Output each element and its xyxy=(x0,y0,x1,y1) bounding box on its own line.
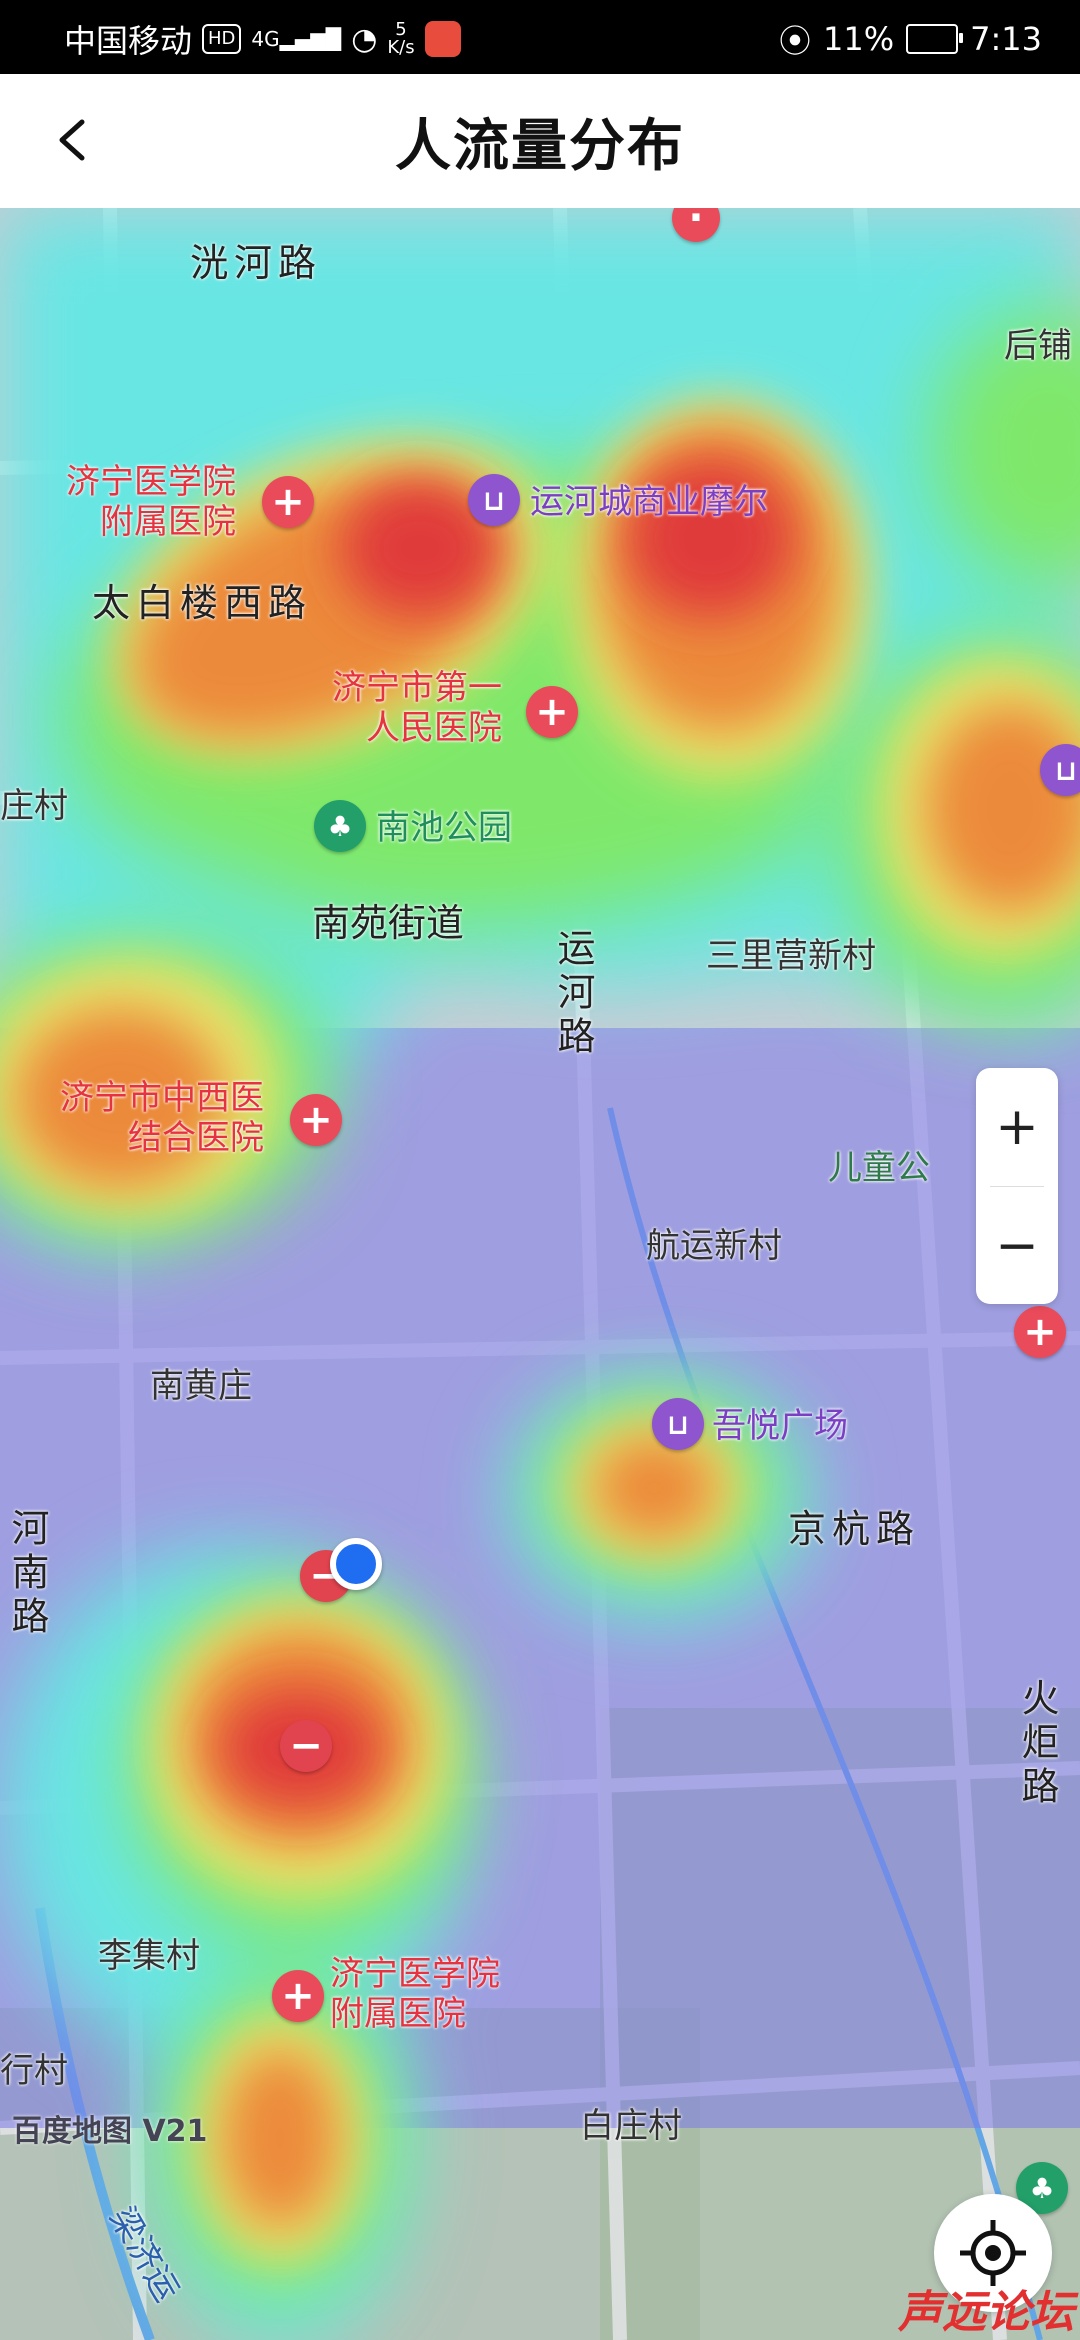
app-notification-icon xyxy=(424,21,461,57)
mall-label: 运河城商业摩尔 xyxy=(530,482,768,522)
area-label: 航运新村 xyxy=(646,1226,782,1266)
area-label: 三里营新村 xyxy=(706,936,876,976)
mall-pin-icon[interactable]: ⊔ xyxy=(652,1398,704,1450)
area-label: 南苑街道 xyxy=(312,901,465,945)
hospital-label: 济宁市第一 人民医院 xyxy=(332,668,502,748)
road-label: 运河路 xyxy=(551,928,595,1060)
signal-icon: 4G▂▄▆█ xyxy=(251,27,342,51)
hospital-label: 济宁医学院 附属医院 xyxy=(66,462,236,542)
map-watermark: 百度地图 V21 xyxy=(12,2114,208,2149)
carrier-text: 中国移动 xyxy=(64,22,193,60)
mall-label: 吾悦广场 xyxy=(712,1406,848,1446)
area-label: 庄村 xyxy=(0,786,68,826)
hospital-pin-icon[interactable]: + xyxy=(1014,1306,1066,1358)
battery-icon xyxy=(906,24,964,54)
zoom-controls: + − xyxy=(976,1068,1058,1304)
hospital-name: 济宁市第一 人民医院 xyxy=(332,668,502,748)
back-arrow-icon[interactable] xyxy=(52,118,96,162)
page-header: 人流量分布 xyxy=(0,74,1080,209)
clock: 7:13 xyxy=(970,20,1042,58)
hospital-label: 济宁医学院 附属医院 xyxy=(330,1954,500,2034)
hospital-pin-icon[interactable]: + xyxy=(290,1094,342,1146)
page-title: 人流量分布 xyxy=(395,113,685,179)
hospital-label: 济宁市中西医 结合医院 xyxy=(60,1078,264,1158)
hospital-name: 济宁医学院 附属医院 xyxy=(66,462,236,542)
location-icon: ⦿ xyxy=(779,22,812,60)
road-label: 太白楼西路 xyxy=(92,581,313,625)
area-label: 行村 xyxy=(0,2051,68,2091)
park-pin-icon[interactable]: ♣ xyxy=(314,800,366,852)
no-entry-marker-icon[interactable]: − xyxy=(280,1720,332,1772)
wifi-icon: ◔ xyxy=(351,21,378,57)
current-location-dot xyxy=(330,1538,382,1590)
zoom-in-button[interactable]: + xyxy=(976,1068,1058,1186)
road-label: 京杭路 xyxy=(788,1507,921,1551)
road-label: 火炬路 xyxy=(1015,1678,1059,1810)
network-type-label: 4G xyxy=(251,27,280,51)
area-label: 白庄村 xyxy=(580,2106,682,2146)
area-label: 南黄庄 xyxy=(150,1366,252,1406)
mall-pin-icon[interactable]: ⊔ xyxy=(468,474,520,526)
net-speed-unit: K/s xyxy=(387,37,415,58)
hospital-name: 济宁医学院 附属医院 xyxy=(330,1954,500,2034)
heatmap-map[interactable]: 洸河路 太白楼西路 运河路 京杭路 火炬路 河南路 梁济运 南苑街道 三里营新村… xyxy=(0,208,1080,2340)
hospital-pin-icon[interactable]: + xyxy=(272,1970,324,2022)
hospital-name: 济宁市中西医 结合医院 xyxy=(60,1078,264,1158)
hd-badge: HD xyxy=(202,24,242,54)
road-label: 河南路 xyxy=(5,1508,49,1640)
area-label: 后铺 xyxy=(1004,326,1072,366)
area-label: 儿童公 xyxy=(828,1148,930,1188)
battery-percent: 11% xyxy=(823,20,895,58)
hospital-pin-icon[interactable]: + xyxy=(526,686,578,738)
area-label: 李集村 xyxy=(98,1936,200,1976)
zoom-out-button[interactable]: − xyxy=(976,1187,1058,1305)
road-label: 洸河路 xyxy=(190,241,323,285)
net-speed: 5 K/s xyxy=(387,21,414,57)
park-label: 南池公园 xyxy=(376,808,512,848)
hospital-pin-icon[interactable]: + xyxy=(262,476,314,528)
status-bar: 中国移动 HD 4G▂▄▆█ ◔ 5 K/s ⦿ 11% 7:13 xyxy=(0,0,1080,74)
forum-watermark: 声远论坛 xyxy=(898,2287,1074,2338)
